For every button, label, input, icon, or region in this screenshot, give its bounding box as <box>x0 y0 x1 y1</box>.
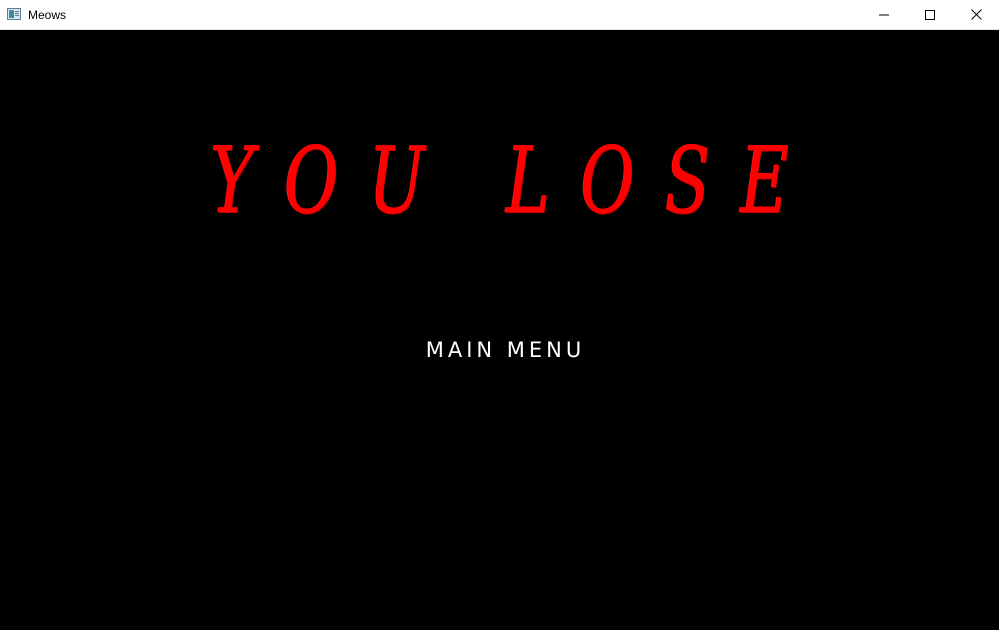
close-button[interactable] <box>953 0 999 29</box>
minimize-button[interactable] <box>861 0 907 29</box>
minimize-icon <box>879 10 889 20</box>
maximize-icon <box>925 9 935 20</box>
app-window-icon <box>7 8 21 20</box>
maximize-button[interactable] <box>907 0 953 29</box>
app-window: Meows YOU LOSE MAIN MENU <box>0 0 999 630</box>
main-menu-button[interactable]: MAIN MENU <box>0 337 999 363</box>
title-bar[interactable]: Meows <box>0 0 999 30</box>
close-icon <box>970 9 982 20</box>
window-title: Meows <box>28 8 67 22</box>
you-lose-heading: YOU LOSE <box>210 127 820 234</box>
game-canvas: YOU LOSE MAIN MENU <box>0 30 999 630</box>
